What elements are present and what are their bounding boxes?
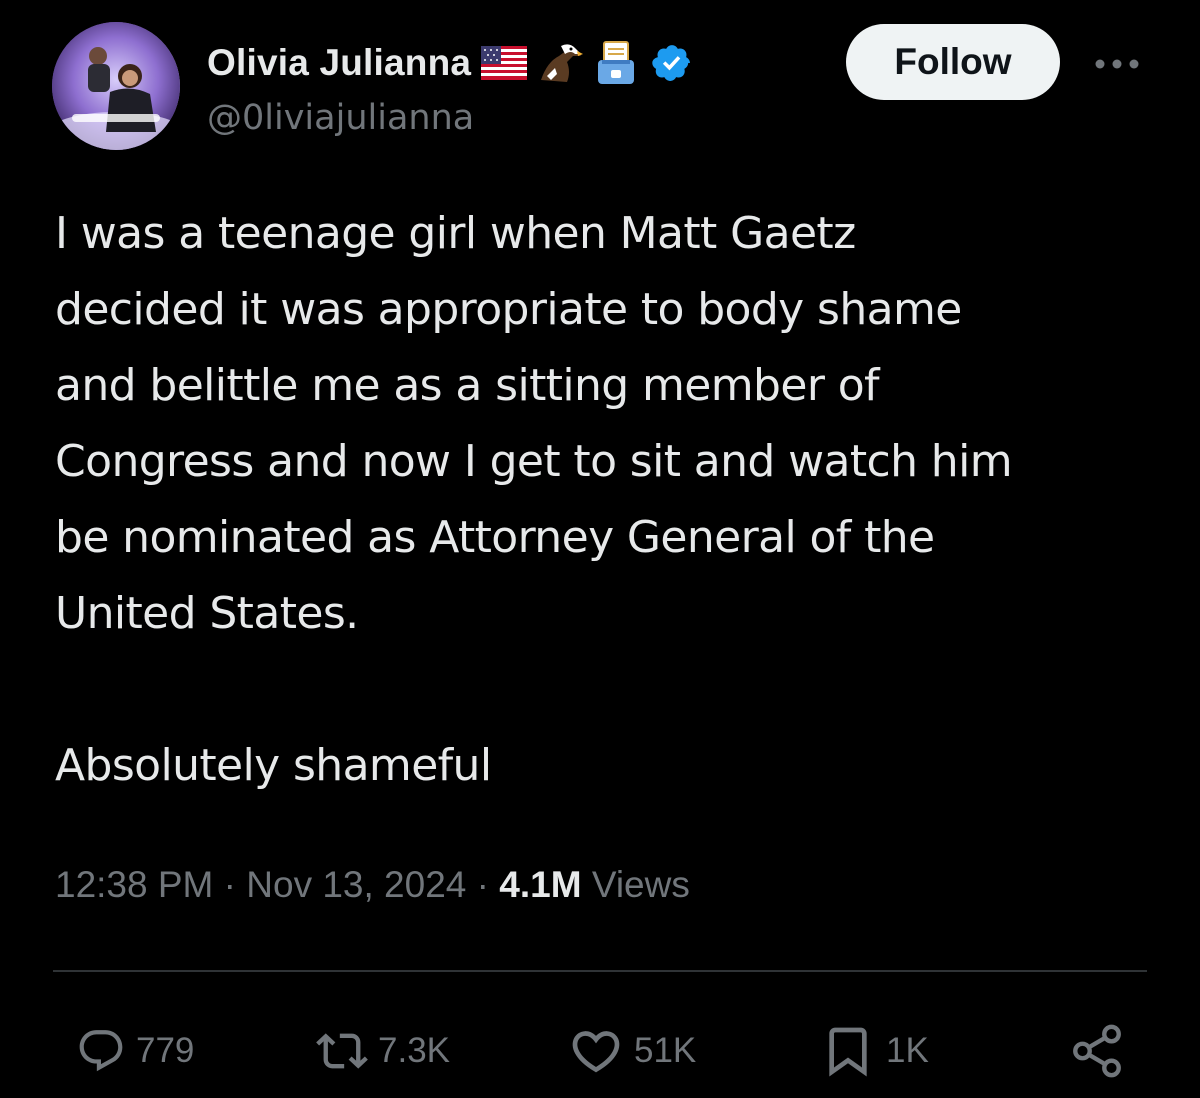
us-flag-icon [481, 40, 528, 86]
reply-icon [79, 1030, 123, 1072]
more-options-icon[interactable] [1092, 44, 1142, 84]
tweet-header: Olivia Julianna @0liviajulianna Follow [52, 22, 1152, 152]
tweet-time[interactable]: 12:38 PM [55, 864, 213, 905]
bookmark-count: 1K [886, 1031, 929, 1070]
heart-icon [572, 1031, 620, 1073]
share-button[interactable] [1068, 1015, 1126, 1087]
bookmark-icon [829, 1027, 867, 1077]
tweet-text: I was a teenage girl when Matt Gaetz dec… [55, 208, 1013, 791]
divider [53, 970, 1147, 972]
follow-button[interactable]: Follow [846, 24, 1060, 100]
bookmark-button[interactable]: 1K [820, 1015, 929, 1087]
separator-dot: · [223, 864, 247, 905]
eagle-icon [537, 40, 584, 86]
display-name[interactable]: Olivia Julianna [207, 42, 471, 84]
like-button[interactable]: 51K [568, 1015, 696, 1087]
views-count: 4.1M [499, 864, 582, 905]
ballot-box-icon [593, 40, 639, 86]
reply-count: 779 [136, 1031, 195, 1070]
tweet-date[interactable]: Nov 13, 2024 [246, 864, 466, 905]
action-bar: 779 7.3K 51K 1K [0, 1015, 1200, 1087]
repost-button[interactable]: 7.3K [316, 1015, 450, 1087]
user-handle[interactable]: @0liviajulianna [207, 98, 474, 138]
share-icon [1073, 1024, 1121, 1078]
repost-count: 7.3K [378, 1031, 450, 1070]
separator-dot: · [476, 864, 500, 905]
tweet-meta: 12:38 PM · Nov 13, 2024 · 4.1M Views [55, 864, 690, 906]
like-count: 51K [634, 1031, 697, 1070]
repost-icon [316, 1033, 368, 1069]
avatar[interactable] [52, 22, 180, 150]
reply-button[interactable]: 779 [76, 1015, 194, 1087]
verified-badge-icon [649, 40, 695, 86]
views-label: Views [591, 864, 690, 905]
name-row: Olivia Julianna [207, 40, 695, 86]
